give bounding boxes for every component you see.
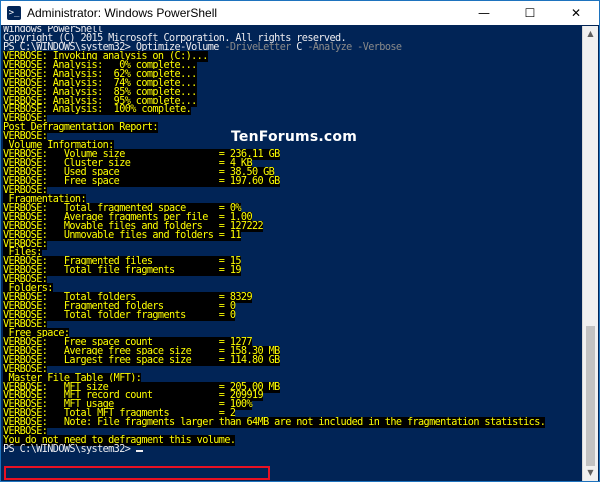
command-parameter: -DriveLetter: [218, 41, 291, 53]
scroll-down-arrow-icon[interactable]: ▼: [583, 465, 598, 481]
scroll-up-arrow-icon[interactable]: ▲: [583, 26, 598, 42]
powershell-icon: >_: [7, 6, 21, 20]
verbose-line: VERBOSE: Total folder fragments = 0: [3, 310, 582, 321]
console-output[interactable]: Windows PowerShell Copyright (C) 2015 Mic…: [2, 26, 582, 481]
verbose-text: VERBOSE: Note: File fragments larger tha…: [3, 417, 546, 429]
verbose-line: VERBOSE:: [3, 238, 582, 250]
minimize-button[interactable]: —: [461, 1, 507, 25]
watermark-text: TenForums.com: [231, 129, 357, 145]
verbose-line: VERBOSE: Free space = 197.60 GB: [3, 175, 582, 187]
powershell-window: >_ Administrator: Windows PowerShell — ☐…: [0, 0, 600, 482]
verbose-line: VERBOSE: Unmovable files and folders = 1…: [3, 229, 582, 241]
maximize-button[interactable]: ☐: [507, 1, 553, 25]
verbose-line: VERBOSE: Note: File fragments larger tha…: [3, 417, 582, 429]
highlight-box: [4, 466, 270, 480]
vertical-scrollbar[interactable]: ▲ ▼: [582, 26, 598, 481]
verbose-line: VERBOSE:: [3, 184, 582, 196]
verbose-line: VERBOSE: Largest free space size = 114.8…: [3, 354, 582, 366]
scrollbar-thumb[interactable]: [586, 326, 595, 466]
verbose-line: VERBOSE:: [3, 318, 582, 330]
command-parameter: -Analyze -Verbose: [301, 41, 402, 53]
final-prompt-line: PS C:\WINDOWS\system32>: [3, 444, 582, 456]
prompt-path: PS C:\WINDOWS\system32>: [3, 444, 136, 456]
verbose-line: VERBOSE: Analysis: 100% complete.: [3, 104, 582, 116]
title-bar[interactable]: >_ Administrator: Windows PowerShell — ☐…: [1, 1, 599, 25]
window-title: Administrator: Windows PowerShell: [27, 6, 218, 20]
verbose-line: VERBOSE: Total file fragments = 19: [3, 265, 582, 277]
verbose-line: VERBOSE:: [3, 274, 582, 286]
cursor-icon: [135, 450, 143, 453]
console-lines: Windows PowerShell Copyright (C) 2015 Mic…: [3, 26, 582, 455]
close-button[interactable]: ✕: [553, 1, 599, 25]
command-argument: C: [290, 41, 302, 53]
